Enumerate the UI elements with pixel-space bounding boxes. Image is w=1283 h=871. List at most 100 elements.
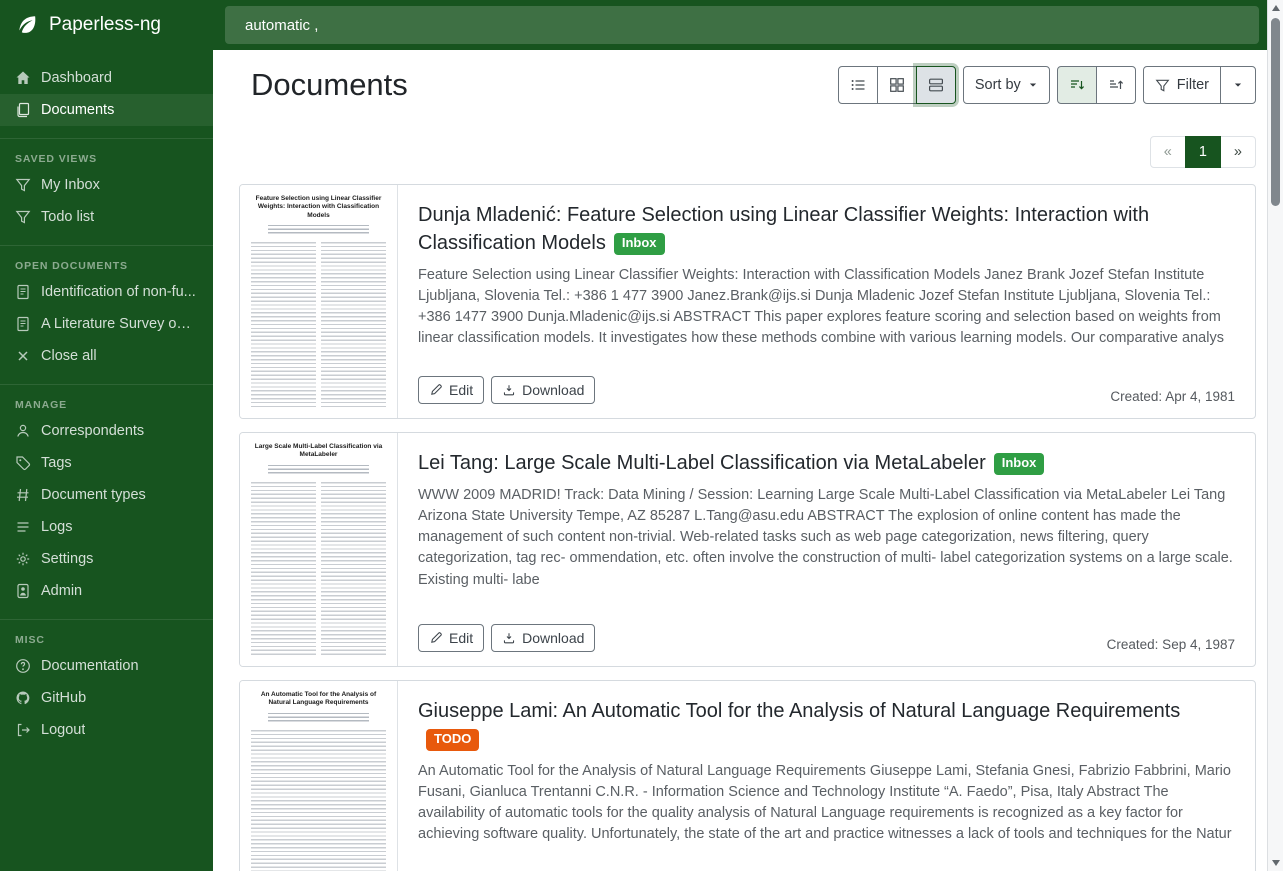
- thumbnail-title-text: Feature Selection using Linear Classifie…: [253, 195, 384, 220]
- sort-ascending-button[interactable]: [1096, 66, 1136, 104]
- github-icon: [15, 690, 31, 706]
- documents-toolbar: Sort by Filter: [838, 66, 1256, 104]
- sidebar-item-todo-list[interactable]: Todo list: [0, 201, 213, 233]
- paperless-logo-icon: [14, 12, 40, 38]
- chevron-down-icon: [1233, 80, 1243, 90]
- sidebar-item-close-all[interactable]: Close all: [0, 340, 213, 372]
- pagination-previous[interactable]: «: [1150, 136, 1186, 168]
- document-title-link[interactable]: Giuseppe Lami: An Automatic Tool for the…: [418, 700, 1180, 722]
- document-card: An Automatic Tool for the Analysis of Na…: [239, 680, 1256, 871]
- thumbnail-text-column: [321, 482, 386, 657]
- sidebar-item-dashboard[interactable]: Dashboard: [0, 62, 213, 94]
- funnel-icon: [15, 209, 31, 225]
- sidebar-nav: Dashboard Documents SAVED VIEWS My Inbox…: [0, 50, 213, 746]
- document-title-link[interactable]: Lei Tang: Large Scale Multi-Label Classi…: [418, 452, 986, 474]
- document-title-link[interactable]: Dunja Mladenić: Feature Selection using …: [418, 204, 1149, 254]
- page-title: Documents: [239, 67, 408, 103]
- view-grid-button[interactable]: [877, 66, 917, 104]
- document-thumbnail[interactable]: An Automatic Tool for the Analysis of Na…: [240, 681, 398, 871]
- document-title: Dunja Mladenić: Feature Selection using …: [418, 201, 1235, 257]
- topbar: [213, 0, 1283, 50]
- document-snippet: Feature Selection using Linear Classifie…: [418, 265, 1235, 366]
- document-snippet: WWW 2009 MADRID! Track: Data Mining / Se…: [418, 485, 1235, 614]
- view-details-button[interactable]: [916, 66, 956, 104]
- sidebar-item-github[interactable]: GitHub: [0, 682, 213, 714]
- list-icon: [15, 519, 31, 535]
- sidebar-item-documents[interactable]: Documents: [0, 94, 213, 126]
- scrollbar[interactable]: [1267, 0, 1283, 871]
- file-text-icon: [15, 284, 31, 300]
- sort-down-icon: [1069, 77, 1085, 93]
- sidebar: Paperless-ng Dashboard Documents SAVED V…: [0, 0, 213, 871]
- document-thumbnail[interactable]: Large Scale Multi-Label Classification v…: [240, 433, 398, 666]
- download-icon: [502, 383, 516, 397]
- pagination-page-1[interactable]: 1: [1185, 136, 1221, 168]
- sidebar-item-settings[interactable]: Settings: [0, 543, 213, 575]
- arrow-down-icon: [1272, 860, 1280, 866]
- section-title-manage: MANAGE: [0, 391, 213, 415]
- download-icon: [502, 631, 516, 645]
- edit-button[interactable]: Edit: [418, 376, 484, 404]
- document-snippet: An Automatic Tool for the Analysis of Na…: [418, 761, 1235, 862]
- section-title-misc: MISC: [0, 626, 213, 650]
- house-icon: [15, 70, 31, 86]
- sort-by-dropdown[interactable]: Sort by: [963, 66, 1050, 104]
- sidebar-item-open-doc-1[interactable]: Identification of non-fu...: [0, 276, 213, 308]
- filter-dropdown-toggle[interactable]: [1220, 66, 1256, 104]
- thumbnail-text-column: [251, 242, 316, 409]
- filter-group: Filter: [1143, 66, 1256, 104]
- person-badge-icon: [15, 583, 31, 599]
- app-name: Paperless-ng: [49, 14, 161, 36]
- person-icon: [15, 423, 31, 439]
- sort-descending-button[interactable]: [1057, 66, 1097, 104]
- documents-page: Documents Sort by: [213, 50, 1283, 871]
- thumbnail-authors-lines: [268, 465, 369, 475]
- pencil-icon: [429, 383, 443, 397]
- sort-up-icon: [1108, 77, 1124, 93]
- download-button[interactable]: Download: [491, 624, 595, 652]
- sidebar-item-open-doc-2[interactable]: A Literature Survey on ...: [0, 308, 213, 340]
- filter-button[interactable]: Filter: [1143, 66, 1221, 104]
- sidebar-item-tags[interactable]: Tags: [0, 447, 213, 479]
- sidebar-item-document-types[interactable]: Document types: [0, 479, 213, 511]
- pagination-next[interactable]: »: [1220, 136, 1256, 168]
- sidebar-item-documentation[interactable]: Documentation: [0, 650, 213, 682]
- details-view-icon: [928, 77, 944, 93]
- tag-badge-inbox[interactable]: Inbox: [994, 453, 1045, 475]
- sidebar-item-logs[interactable]: Logs: [0, 511, 213, 543]
- page-header: Documents Sort by: [239, 66, 1256, 104]
- list-view-icon: [850, 77, 866, 93]
- logout-icon: [15, 722, 31, 738]
- thumbnail-text-column: [321, 242, 386, 409]
- section-title-saved-views: SAVED VIEWS: [0, 145, 213, 169]
- sidebar-item-correspondents[interactable]: Correspondents: [0, 415, 213, 447]
- edit-button[interactable]: Edit: [418, 624, 484, 652]
- sidebar-item-admin[interactable]: Admin: [0, 575, 213, 607]
- sidebar-item-logout[interactable]: Logout: [0, 714, 213, 746]
- thumbnail-text-column: [251, 482, 316, 657]
- sidebar-item-my-inbox[interactable]: My Inbox: [0, 169, 213, 201]
- files-icon: [15, 102, 31, 118]
- thumbnail-authors-lines: [268, 225, 369, 235]
- gear-icon: [15, 551, 31, 567]
- thumbnail-title-text: An Automatic Tool for the Analysis of Na…: [253, 691, 384, 708]
- search-input[interactable]: [225, 6, 1259, 44]
- scrollbar-thumb[interactable]: [1271, 18, 1280, 206]
- view-list-button[interactable]: [838, 66, 878, 104]
- created-date: Created: Sep 4, 1987: [1107, 637, 1235, 652]
- sidebar-section-manage: MANAGE Correspondents Tags Document type…: [0, 384, 213, 607]
- sidebar-section-saved-views: SAVED VIEWS My Inbox Todo list: [0, 138, 213, 233]
- sidebar-section-misc: MISC Documentation GitHub Logout: [0, 619, 213, 746]
- scroll-up-button[interactable]: [1268, 0, 1283, 16]
- download-button[interactable]: Download: [491, 376, 595, 404]
- thumbnail-text-column: [251, 730, 386, 871]
- grid-view-icon: [889, 77, 905, 93]
- tag-badge-todo[interactable]: TODO: [426, 729, 479, 751]
- document-thumbnail[interactable]: Feature Selection using Linear Classifie…: [240, 185, 398, 418]
- app-logo[interactable]: Paperless-ng: [0, 0, 213, 50]
- scroll-down-button[interactable]: [1268, 855, 1283, 871]
- funnel-icon: [1155, 78, 1170, 93]
- created-date: Created: Apr 4, 1981: [1110, 389, 1235, 404]
- close-icon: [15, 348, 31, 364]
- tag-badge-inbox[interactable]: Inbox: [614, 233, 665, 255]
